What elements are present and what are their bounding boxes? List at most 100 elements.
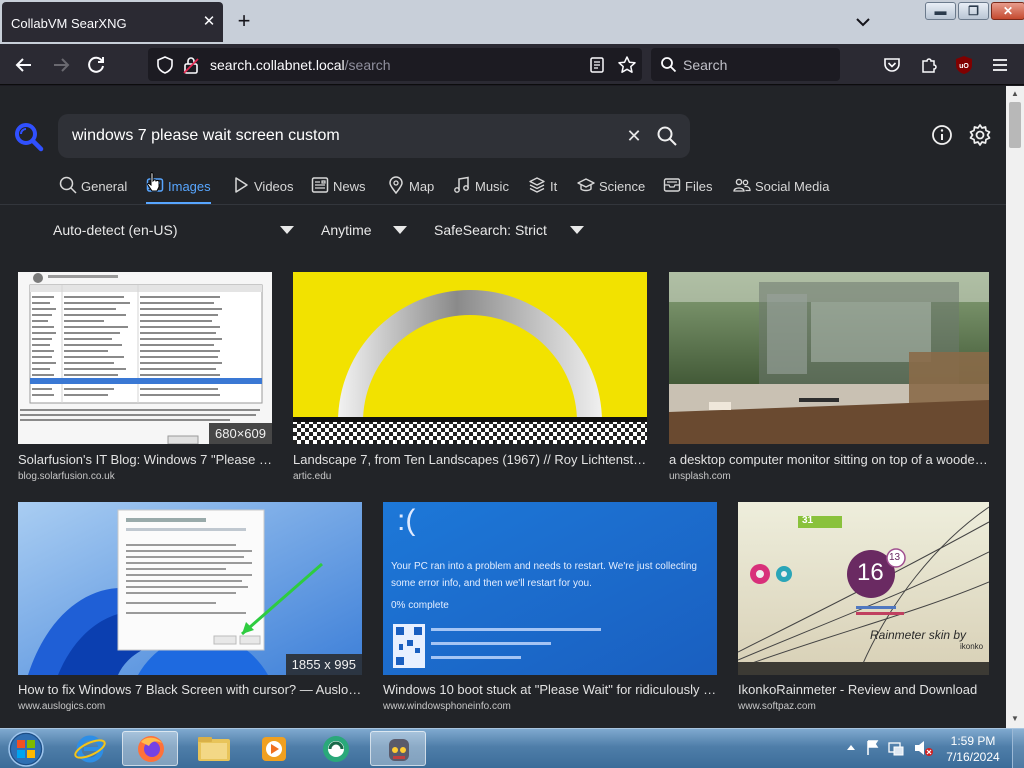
svg-text:uO: uO [959,63,969,70]
language-select[interactable]: Auto-detect (en-US) [53,221,297,241]
clear-query-icon[interactable]: ✕ [624,126,644,146]
yellow-arch-artwork-image [293,272,647,444]
windows-start-orb-icon[interactable] [4,730,48,768]
scroll-thumb[interactable] [1009,102,1021,148]
restore-button[interactable]: ❐ [958,2,989,20]
tab-science[interactable]: Science [577,176,645,204]
url-text[interactable]: search.collabnet.local/search [210,57,391,73]
minimize-button[interactable]: ▬ [925,2,956,20]
taskbar-firefox-button[interactable] [122,731,178,766]
tab-map[interactable]: Map [387,176,434,204]
tab-close-icon[interactable]: ✕ [201,14,217,30]
result-url: www.auslogics.com [18,701,106,712]
result-url: unsplash.com [669,471,731,482]
taskbar-app-button[interactable] [370,731,426,766]
green-globe-app-icon[interactable] [308,731,364,766]
safesearch-select[interactable]: SafeSearch: Strict [434,221,586,241]
gear-icon[interactable] [968,123,992,147]
result-title[interactable]: How to fix Windows 7 Black Screen with c… [18,682,362,697]
robot-app-icon [389,739,409,761]
magnifier-icon [59,176,77,194]
media-player-icon[interactable] [246,731,302,766]
searxng-logo-icon[interactable] [14,122,44,152]
url-host: search.collabnet.local [210,57,345,73]
rainmeter-author: ikonko [960,642,984,651]
result-url: www.windowsphoneinfo.com [383,701,511,712]
tab-news[interactable]: News [311,176,366,204]
navigation-toolbar: search.collabnet.local/search Search uO [0,44,1024,85]
result-title[interactable]: a desktop computer monitor sitting on to… [669,452,989,467]
ublock-origin-icon[interactable]: uO [955,55,973,75]
image-result[interactable]: Landscape 7, from Ten Landscapes (1967) … [293,272,647,486]
show-desktop-button[interactable] [1012,729,1024,768]
language-select-value: Auto-detect (en-US) [53,222,178,238]
rainmeter-badge: 13 [889,552,901,563]
tab-science-label: Science [599,179,646,194]
back-arrow-icon[interactable] [11,52,37,78]
rainmeter-skin-label: Rainmeter skin by [870,628,967,642]
taskbar-clock[interactable]: 1:59 PM 7/16/2024 [945,733,1001,765]
clock-date: 7/16/2024 [946,750,1000,764]
result-thumbnail[interactable]: 1855 x 995 [18,502,362,675]
tab-videos[interactable]: Videos [232,176,294,204]
search-submit-icon[interactable] [656,125,678,147]
internet-explorer-icon[interactable] [62,731,118,766]
extensions-puzzle-icon[interactable] [919,55,939,75]
newspaper-icon [311,177,329,193]
window-close-button[interactable]: ✕ [991,2,1024,20]
firefox-icon [138,736,164,762]
rainmeter-big-number: 16 [857,559,884,586]
shield-icon[interactable] [156,56,174,74]
forward-arrow-icon[interactable] [48,52,74,78]
result-thumbnail[interactable]: 680×609 [18,272,272,444]
windows-explorer-folder-icon[interactable] [186,731,242,766]
result-title[interactable]: Solarfusion's IT Blog: Windows 7 "Please… [18,452,272,467]
tab-general[interactable]: General [59,176,127,204]
result-thumbnail[interactable] [669,272,989,444]
tab-social-media[interactable]: Social Media [733,176,829,204]
bsod-frown-face: :( [397,504,416,537]
people-icon [733,178,751,192]
scroll-up-arrow-icon[interactable]: ▲ [1010,89,1020,98]
image-result[interactable]: a desktop computer monitor sitting on to… [669,272,989,486]
image-result[interactable]: 31 16 13 Rainmeter skin by ikonko Ikonko… [738,502,989,716]
reader-view-icon[interactable] [589,56,605,74]
play-icon [235,177,248,193]
result-thumbnail[interactable] [293,272,647,444]
result-title[interactable]: IkonkoRainmeter - Review and Download [738,682,989,697]
windows-taskbar: 1:59 PM 7/16/2024 [0,728,1024,768]
tab-files[interactable]: Files [663,176,712,204]
image-result[interactable]: 680×609 Solarfusion's IT Blog: Windows 7… [18,272,272,486]
image-result[interactable]: 1855 x 995 How to fix Windows 7 Black Sc… [18,502,362,716]
result-thumbnail[interactable]: 31 16 13 Rainmeter skin by ikonko [738,502,989,675]
result-title[interactable]: Landscape 7, from Ten Landscapes (1967) … [293,452,647,467]
result-title[interactable]: Windows 10 boot stuck at "Please Wait" f… [383,682,717,697]
new-tab-button[interactable]: + [233,10,255,33]
tab-strip: CollabVM SearXNG ✕ + ▬ ❐ ✕ [0,0,1024,44]
result-thumbnail[interactable]: :( Your PC ran into a problem and needs … [383,502,717,675]
info-icon[interactable] [931,124,953,146]
services-list-screenshot-image [18,272,272,444]
graduation-cap-icon [577,178,595,192]
time-range-select[interactable]: Anytime [321,221,409,241]
bookmark-star-icon[interactable] [617,55,637,75]
scroll-down-arrow-icon[interactable]: ▼ [1010,714,1020,723]
image-result[interactable]: :( Your PC ran into a problem and needs … [383,502,717,716]
chevron-down-icon[interactable] [852,12,874,32]
search-query-box[interactable]: windows 7 please wait screen custom ✕ [58,114,690,158]
tab-music[interactable]: Music [453,176,509,204]
url-bar[interactable]: search.collabnet.local/search [148,48,642,81]
url-path: /search [344,57,391,73]
lock-icon[interactable] [183,56,199,74]
search-query-text[interactable]: windows 7 please wait screen custom [72,127,340,145]
browser-tab[interactable]: CollabVM SearXNG ✕ [2,2,223,42]
browser-search-box[interactable]: Search [651,48,840,81]
tab-it[interactable]: It [528,176,557,204]
pocket-icon[interactable] [882,55,902,75]
system-tray-icons [847,740,933,756]
search-box-placeholder: Search [683,57,728,73]
hamburger-menu-icon[interactable] [990,55,1010,75]
category-divider [0,204,1006,205]
reload-icon[interactable] [83,52,109,78]
page-scrollbar[interactable]: ▲ ▼ [1006,86,1024,728]
